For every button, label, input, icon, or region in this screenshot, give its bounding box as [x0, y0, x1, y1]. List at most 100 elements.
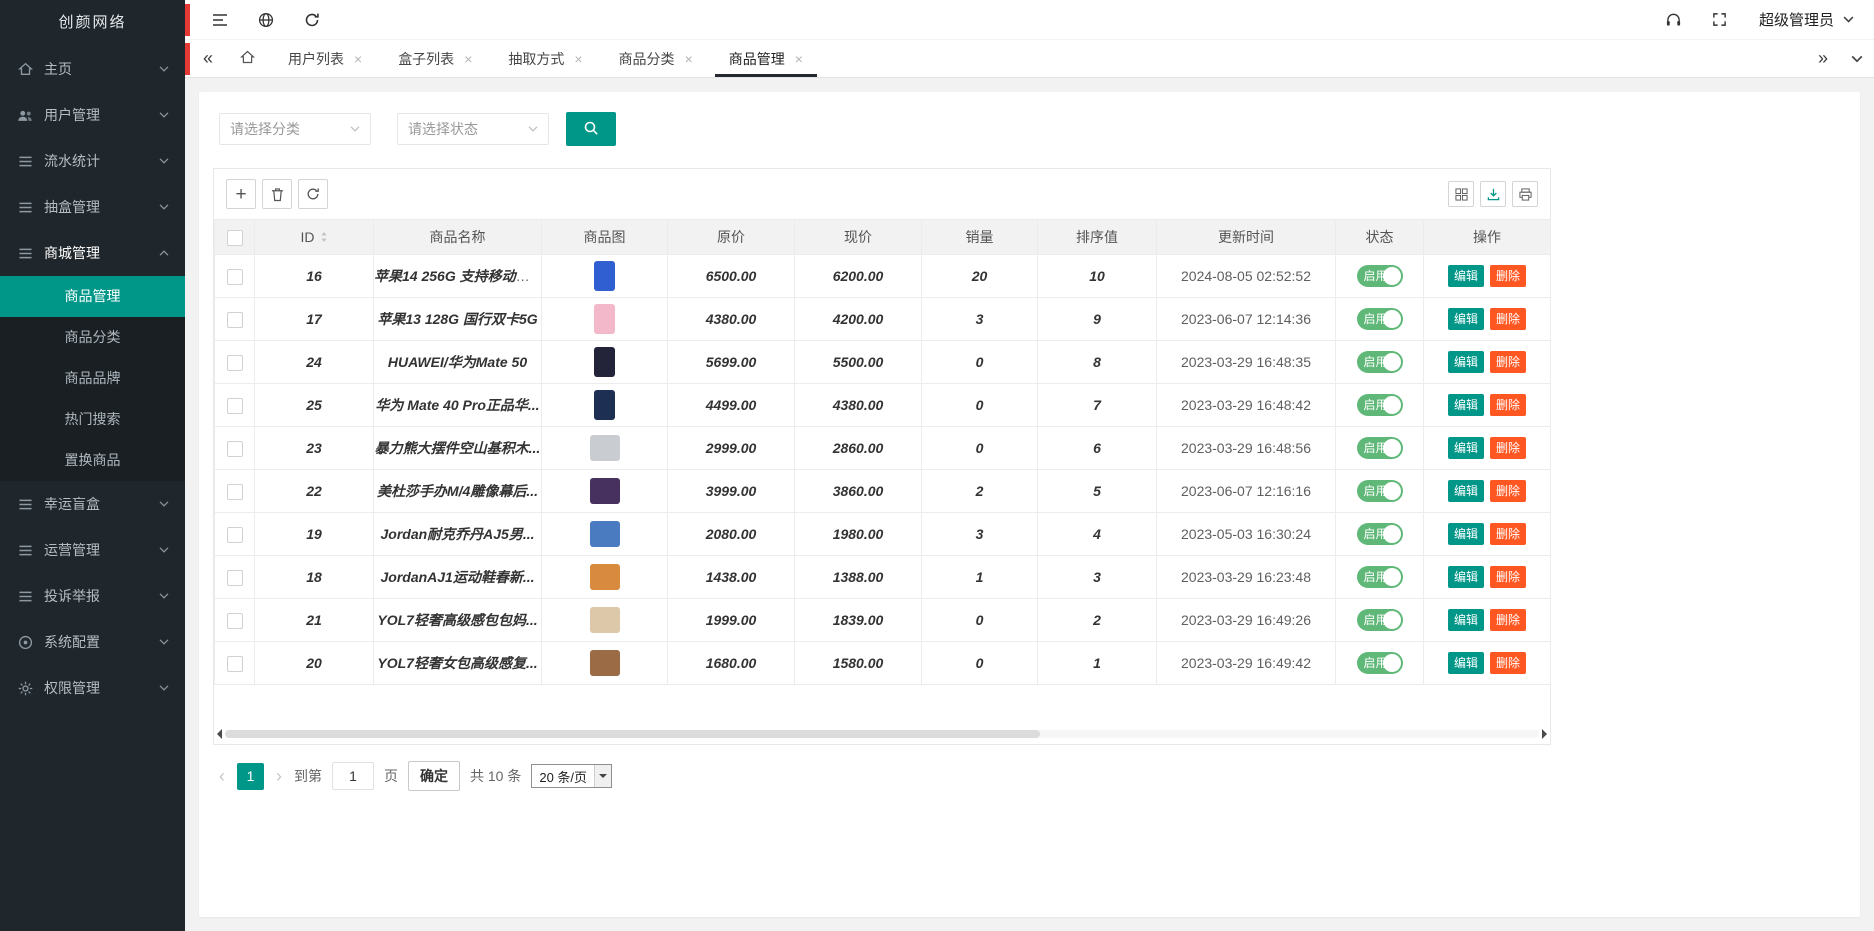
tabbar-spacer: [821, 40, 1806, 77]
add-button[interactable]: +: [226, 179, 256, 209]
tab-options-icon[interactable]: [1840, 40, 1874, 77]
goto-page-input[interactable]: [332, 762, 374, 790]
status-toggle[interactable]: 启用: [1357, 394, 1403, 416]
pagination: ‹ 1 › 到第 页 确定 共 10 条 20 条/页: [217, 761, 1842, 791]
user-menu[interactable]: 超级管理员: [1759, 9, 1854, 30]
sidebar-item-2[interactable]: 流水统计: [0, 138, 185, 184]
delete-button[interactable]: 删除: [1490, 394, 1526, 416]
page-size-select[interactable]: 20 条/页: [531, 764, 612, 788]
delete-button[interactable]: 删除: [1490, 265, 1526, 287]
status-select[interactable]: 请选择状态: [397, 113, 549, 145]
scroll-tabs-left-icon[interactable]: «: [191, 40, 225, 77]
row-checkbox[interactable]: [227, 355, 243, 371]
tab-1[interactable]: 盒子列表×: [380, 40, 490, 77]
close-icon[interactable]: ×: [795, 51, 803, 67]
delete-button[interactable]: 删除: [1490, 480, 1526, 502]
row-checkbox[interactable]: [227, 441, 243, 457]
edit-button[interactable]: 编辑: [1448, 265, 1484, 287]
tab-3[interactable]: 商品分类×: [601, 40, 711, 77]
delete-button[interactable]: 删除: [1490, 609, 1526, 631]
sort-icon[interactable]: [320, 231, 328, 243]
search-button[interactable]: [566, 112, 616, 146]
sidebar-item-6[interactable]: 运营管理: [0, 527, 185, 573]
language-globe-icon[interactable]: [243, 0, 289, 40]
confirm-button[interactable]: 确定: [408, 761, 460, 791]
status-toggle[interactable]: 启用: [1357, 523, 1403, 545]
scrollbar-thumb[interactable]: [225, 730, 1040, 738]
columns-filter-icon[interactable]: [1448, 181, 1474, 207]
edit-button[interactable]: 编辑: [1448, 480, 1484, 502]
edit-button[interactable]: 编辑: [1448, 351, 1484, 373]
row-checkbox[interactable]: [227, 398, 243, 414]
delete-button[interactable]: 删除: [1490, 351, 1526, 373]
status-toggle[interactable]: 启用: [1357, 480, 1403, 502]
tab-home[interactable]: [225, 40, 270, 77]
scroll-tabs-right-icon[interactable]: »: [1806, 40, 1840, 77]
sidebar-subitem-3[interactable]: 热门搜索: [0, 399, 185, 440]
select-all-checkbox[interactable]: [227, 230, 243, 246]
delete-button[interactable]: 删除: [1490, 523, 1526, 545]
edit-button[interactable]: 编辑: [1448, 523, 1484, 545]
sidebar-subitem-1[interactable]: 商品分类: [0, 317, 185, 358]
row-checkbox[interactable]: [227, 312, 243, 328]
delete-button[interactable]: 删除: [1490, 437, 1526, 459]
page-number-button[interactable]: 1: [237, 763, 264, 790]
sidebar-item-7[interactable]: 投诉举报: [0, 573, 185, 619]
category-select[interactable]: 请选择分类: [219, 113, 371, 145]
delete-button[interactable]: 删除: [1490, 566, 1526, 588]
close-icon[interactable]: ×: [464, 51, 472, 67]
edit-button[interactable]: 编辑: [1448, 437, 1484, 459]
scroll-left-icon[interactable]: [217, 729, 222, 739]
status-toggle[interactable]: 启用: [1357, 566, 1403, 588]
sidebar-item-label: 幸运盲盒: [44, 494, 159, 514]
row-checkbox[interactable]: [227, 656, 243, 672]
status-toggle[interactable]: 启用: [1357, 351, 1403, 373]
refresh-table-button[interactable]: [298, 179, 328, 209]
edit-button[interactable]: 编辑: [1448, 394, 1484, 416]
refresh-icon[interactable]: [289, 0, 335, 40]
close-icon[interactable]: ×: [574, 51, 582, 67]
support-headset-icon[interactable]: [1651, 0, 1697, 40]
sidebar-toggle-icon[interactable]: [197, 0, 243, 40]
delete-button[interactable]: 删除: [1490, 308, 1526, 330]
print-icon[interactable]: [1512, 181, 1538, 207]
next-page-button[interactable]: ›: [274, 766, 284, 787]
sidebar-item-5[interactable]: 幸运盲盒: [0, 481, 185, 527]
batch-delete-button[interactable]: [262, 179, 292, 209]
tab-2[interactable]: 抽取方式×: [490, 40, 600, 77]
sidebar-item-0[interactable]: 主页: [0, 46, 185, 92]
status-toggle[interactable]: 启用: [1357, 609, 1403, 631]
tab-0[interactable]: 用户列表×: [270, 40, 380, 77]
row-checkbox[interactable]: [227, 613, 243, 629]
edit-button[interactable]: 编辑: [1448, 652, 1484, 674]
export-icon[interactable]: [1480, 181, 1506, 207]
edit-button[interactable]: 编辑: [1448, 609, 1484, 631]
tab-4[interactable]: 商品管理×: [711, 40, 821, 77]
fullscreen-icon[interactable]: [1697, 0, 1743, 40]
scroll-right-icon[interactable]: [1542, 729, 1547, 739]
status-toggle[interactable]: 启用: [1357, 652, 1403, 674]
sidebar-item-9[interactable]: 权限管理: [0, 665, 185, 711]
prev-page-button[interactable]: ‹: [217, 766, 227, 787]
status-toggle[interactable]: 启用: [1357, 308, 1403, 330]
sidebar-item-8[interactable]: 系统配置: [0, 619, 185, 665]
row-checkbox[interactable]: [227, 484, 243, 500]
sidebar-subitem-0[interactable]: 商品管理: [0, 276, 185, 317]
row-checkbox[interactable]: [227, 570, 243, 586]
row-checkbox[interactable]: [227, 527, 243, 543]
list-icon: [16, 201, 34, 214]
scrollbar-track[interactable]: [225, 730, 1539, 738]
sidebar-subitem-2[interactable]: 商品品牌: [0, 358, 185, 399]
sidebar-subitem-4[interactable]: 置换商品: [0, 440, 185, 481]
sidebar-item-3[interactable]: 抽盒管理: [0, 184, 185, 230]
close-icon[interactable]: ×: [685, 51, 693, 67]
row-checkbox[interactable]: [227, 269, 243, 285]
sidebar-item-4[interactable]: 商城管理: [0, 230, 185, 276]
status-toggle[interactable]: 启用: [1357, 265, 1403, 287]
status-toggle[interactable]: 启用: [1357, 437, 1403, 459]
edit-button[interactable]: 编辑: [1448, 566, 1484, 588]
sidebar-item-1[interactable]: 用户管理: [0, 92, 185, 138]
edit-button[interactable]: 编辑: [1448, 308, 1484, 330]
delete-button[interactable]: 删除: [1490, 652, 1526, 674]
close-icon[interactable]: ×: [354, 51, 362, 67]
